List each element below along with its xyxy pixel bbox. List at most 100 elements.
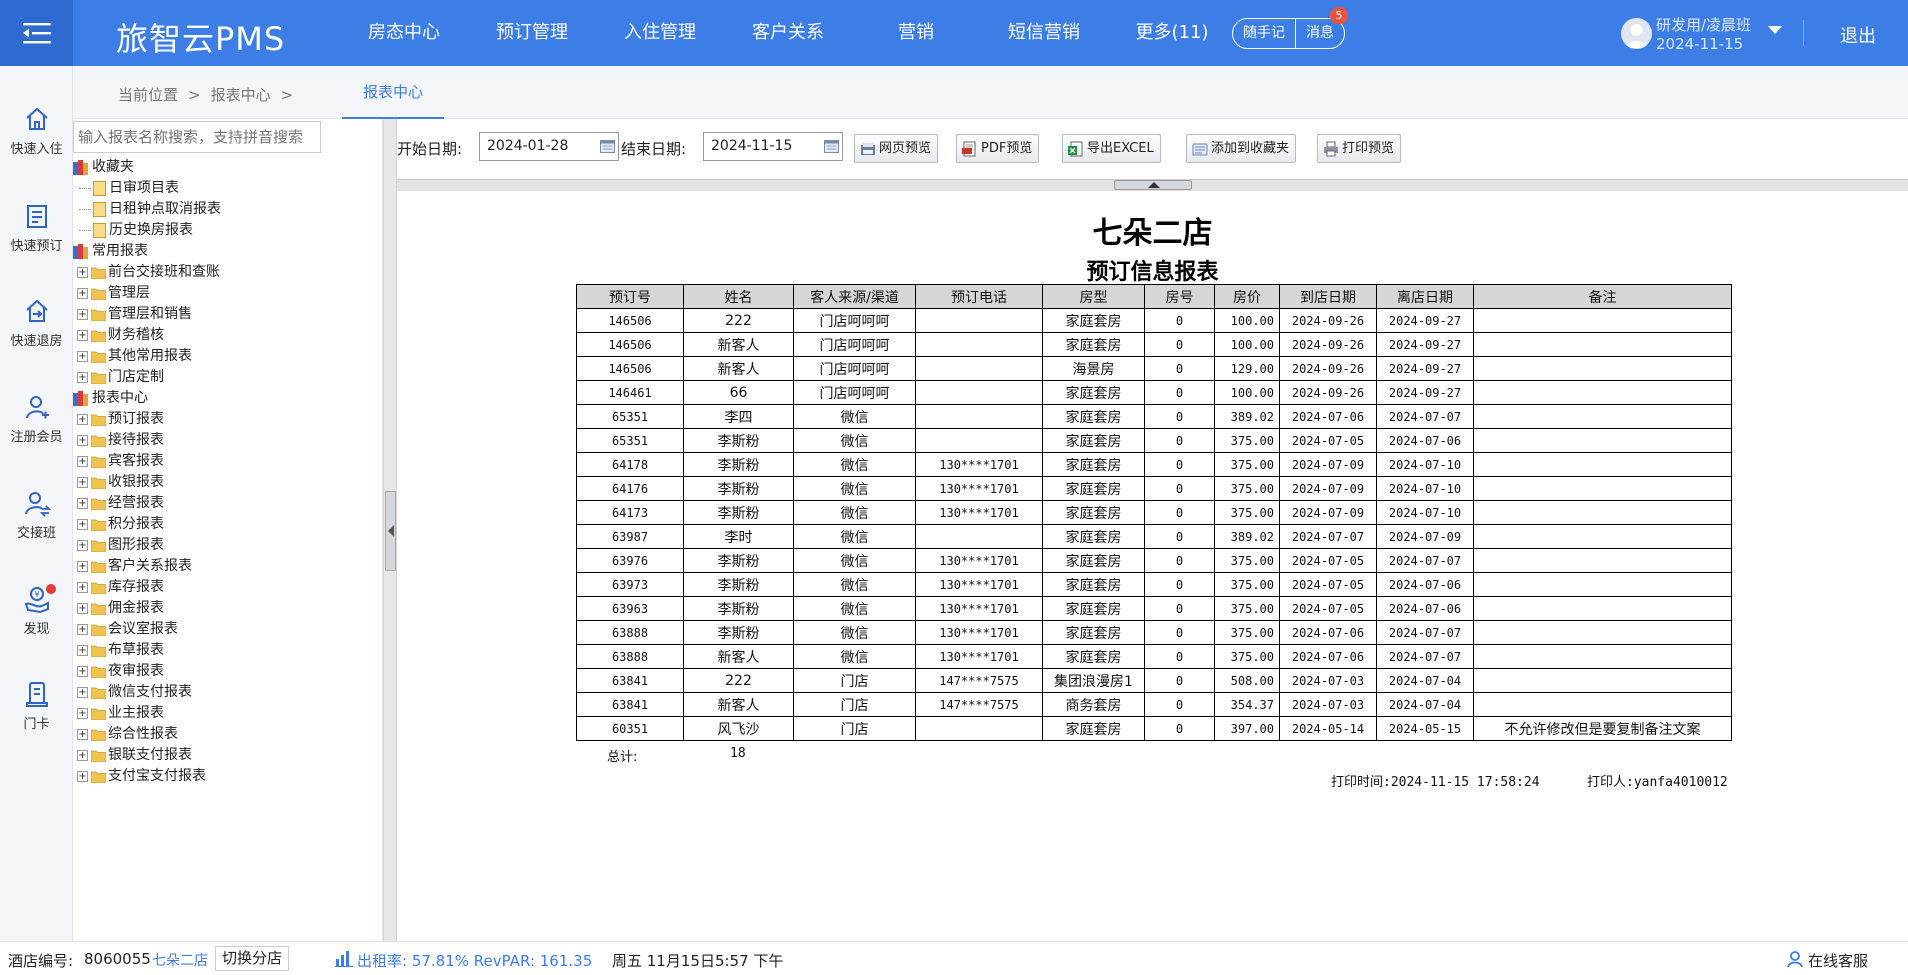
expand-toggle-icon[interactable]: + <box>77 561 88 572</box>
expand-toggle-icon[interactable]: + <box>77 519 88 530</box>
web-preview-button[interactable]: 网页预览 <box>854 134 939 163</box>
expand-toggle-icon[interactable]: + <box>77 330 88 341</box>
tree-folder-node[interactable]: + 接待报表 <box>73 430 383 451</box>
tree-folder-node[interactable]: + 客户关系报表 <box>73 556 383 577</box>
tree-report-node[interactable]: 历史换房报表 <box>73 220 383 241</box>
rail-register-member[interactable]: 注册会员 <box>0 392 73 445</box>
tree-folder-node[interactable]: + 库存报表 <box>73 577 383 598</box>
expand-toggle-icon[interactable]: + <box>77 477 88 488</box>
splitter-collapse-handle[interactable] <box>385 491 396 571</box>
tree-node-label: 收藏夹 <box>92 159 134 175</box>
nav-room-status[interactable]: 房态中心 <box>340 0 468 66</box>
expand-toggle-icon[interactable]: + <box>77 414 88 425</box>
tree-folder-node[interactable]: + 银联支付报表 <box>73 745 383 766</box>
tree-folder-node[interactable]: + 微信支付报表 <box>73 682 383 703</box>
notes-button[interactable]: 随手记 <box>1233 19 1295 48</box>
expand-toggle-icon[interactable]: + <box>77 267 88 278</box>
expand-toggle-icon[interactable]: + <box>77 309 88 320</box>
expand-toggle-icon[interactable]: + <box>77 603 88 614</box>
tree-root-node[interactable]: 收藏夹 <box>73 157 383 178</box>
occupancy-revpar[interactable]: 出租率: 57.81% RevPAR: 161.35 <box>357 950 592 971</box>
rail-shift-handover[interactable]: 交接班 <box>0 488 73 541</box>
online-support-link[interactable]: 在线客服 <box>1808 950 1868 971</box>
expand-toggle-icon[interactable]: + <box>77 540 88 551</box>
tree-folder-node[interactable]: + 前台交接班和查账 <box>73 262 383 283</box>
logout-button[interactable]: 退出 <box>1840 22 1876 48</box>
expand-toggle-icon[interactable]: + <box>77 687 88 698</box>
tree-report-node[interactable]: 日审项目表 <box>73 178 383 199</box>
switch-store-button[interactable]: 切换分店 <box>215 946 290 971</box>
expand-toggle-icon[interactable]: + <box>77 372 88 383</box>
tree-folder-node[interactable]: + 图形报表 <box>73 535 383 556</box>
nav-checkin[interactable]: 入住管理 <box>596 0 724 66</box>
nav-customer[interactable]: 客户关系 <box>724 0 852 66</box>
tree-folder-node[interactable]: + 积分报表 <box>73 514 383 535</box>
report-area: 开始日期: 2024-01-28 结束日期: 2024-11-15 网页预览 P… <box>397 119 1908 941</box>
expand-toggle-icon[interactable]: + <box>77 288 88 299</box>
start-date-input[interactable]: 2024-01-28 <box>479 132 619 161</box>
print-preview-button[interactable]: 打印预览 <box>1317 134 1402 163</box>
table-cell: 李时 <box>683 524 794 549</box>
tree-folder-node[interactable]: + 支付宝支付报表 <box>73 766 383 787</box>
expand-toggle-icon[interactable]: + <box>77 498 88 509</box>
tree-folder-node[interactable]: + 其他常用报表 <box>73 346 383 367</box>
expand-toggle-icon[interactable]: + <box>77 351 88 362</box>
tree-folder-node[interactable]: + 综合性报表 <box>73 724 383 745</box>
tree-folder-node[interactable]: + 经营报表 <box>73 493 383 514</box>
collapse-toolbar-handle[interactable] <box>1114 180 1192 190</box>
store-name: 七朵二店 <box>152 953 208 969</box>
tree-root-node[interactable]: 常用报表 <box>73 241 383 262</box>
rail-discover[interactable]: ¥ 发现 <box>0 584 73 637</box>
nav-more[interactable]: 更多(11) <box>1108 0 1236 66</box>
tree-folder-node[interactable]: + 宾客报表 <box>73 451 383 472</box>
report-tree: 收藏夹 日审项目表 日租钟点取消报表 历史换房报表 常用报表 + 前台交接班和查账 + 管理层 +… <box>73 157 383 787</box>
expand-toggle-icon[interactable]: + <box>77 645 88 656</box>
expand-toggle-icon[interactable]: + <box>77 771 88 782</box>
end-date-input[interactable]: 2024-11-15 <box>703 132 843 161</box>
calendar-icon[interactable] <box>824 139 839 153</box>
tree-report-node[interactable]: 日租钟点取消报表 <box>73 199 383 220</box>
add-to-favorites-button[interactable]: 添加到收藏夹 <box>1186 134 1297 163</box>
export-excel-button[interactable]: 导出EXCEL <box>1062 134 1161 163</box>
panel-splitter[interactable] <box>383 119 397 941</box>
calendar-icon[interactable] <box>600 139 615 153</box>
expand-toggle-icon[interactable]: + <box>77 666 88 677</box>
tree-root-node[interactable]: 报表中心 <box>73 388 383 409</box>
rail-quick-booking[interactable]: 快速预订 <box>0 201 73 254</box>
tree-folder-node[interactable]: + 会议室报表 <box>73 619 383 640</box>
breadcrumb: 当前位置 > 报表中心 > <box>118 84 303 105</box>
expand-toggle-icon[interactable]: + <box>77 729 88 740</box>
expand-toggle-icon[interactable]: + <box>77 624 88 635</box>
report-search-input[interactable] <box>73 121 321 153</box>
menu-toggle-button[interactable] <box>0 0 73 66</box>
breadcrumb-report-center[interactable]: 报表中心 <box>211 86 271 104</box>
expand-toggle-icon[interactable]: + <box>77 456 88 467</box>
expand-toggle-icon[interactable]: + <box>77 435 88 446</box>
tree-folder-node[interactable]: + 夜审报表 <box>73 661 383 682</box>
user-name[interactable]: 研发用/凌晨班 <box>1656 14 1751 35</box>
rail-quick-checkout[interactable]: 快速退房 <box>0 296 73 349</box>
tab-report-center[interactable]: 报表中心 <box>342 66 444 119</box>
rail-door-card[interactable]: 门卡 <box>0 679 73 732</box>
expand-toggle-icon[interactable]: + <box>77 750 88 761</box>
table-row: 146506 新客人 门店呵呵呵 海景房 0 129.00 2024-09-26 2024-0… <box>576 356 1732 381</box>
tree-folder-node[interactable]: + 佣金报表 <box>73 598 383 619</box>
tree-folder-node[interactable]: + 预订报表 <box>73 409 383 430</box>
tree-folder-node[interactable]: + 财务稽核 <box>73 325 383 346</box>
tree-folder-node[interactable]: + 管理层和销售 <box>73 304 383 325</box>
nav-booking[interactable]: 预订管理 <box>468 0 596 66</box>
tree-folder-node[interactable]: + 管理层 <box>73 283 383 304</box>
user-menu-caret-icon[interactable] <box>1768 26 1782 34</box>
expand-toggle-icon[interactable]: + <box>77 582 88 593</box>
tree-folder-node[interactable]: + 布草报表 <box>73 640 383 661</box>
nav-marketing[interactable]: 营销 <box>852 0 980 66</box>
user-avatar[interactable] <box>1621 18 1652 49</box>
tree-folder-node[interactable]: + 收银报表 <box>73 472 383 493</box>
tree-folder-node[interactable]: + 门店定制 <box>73 367 383 388</box>
pdf-preview-button[interactable]: PDF预览 <box>956 134 1040 163</box>
nav-sms[interactable]: 短信营销 <box>980 0 1108 66</box>
expand-toggle-icon[interactable]: + <box>77 708 88 719</box>
table-cell: 65351 <box>576 428 684 453</box>
tree-folder-node[interactable]: + 业主报表 <box>73 703 383 724</box>
rail-quick-checkin[interactable]: 快速入住 <box>0 104 73 157</box>
